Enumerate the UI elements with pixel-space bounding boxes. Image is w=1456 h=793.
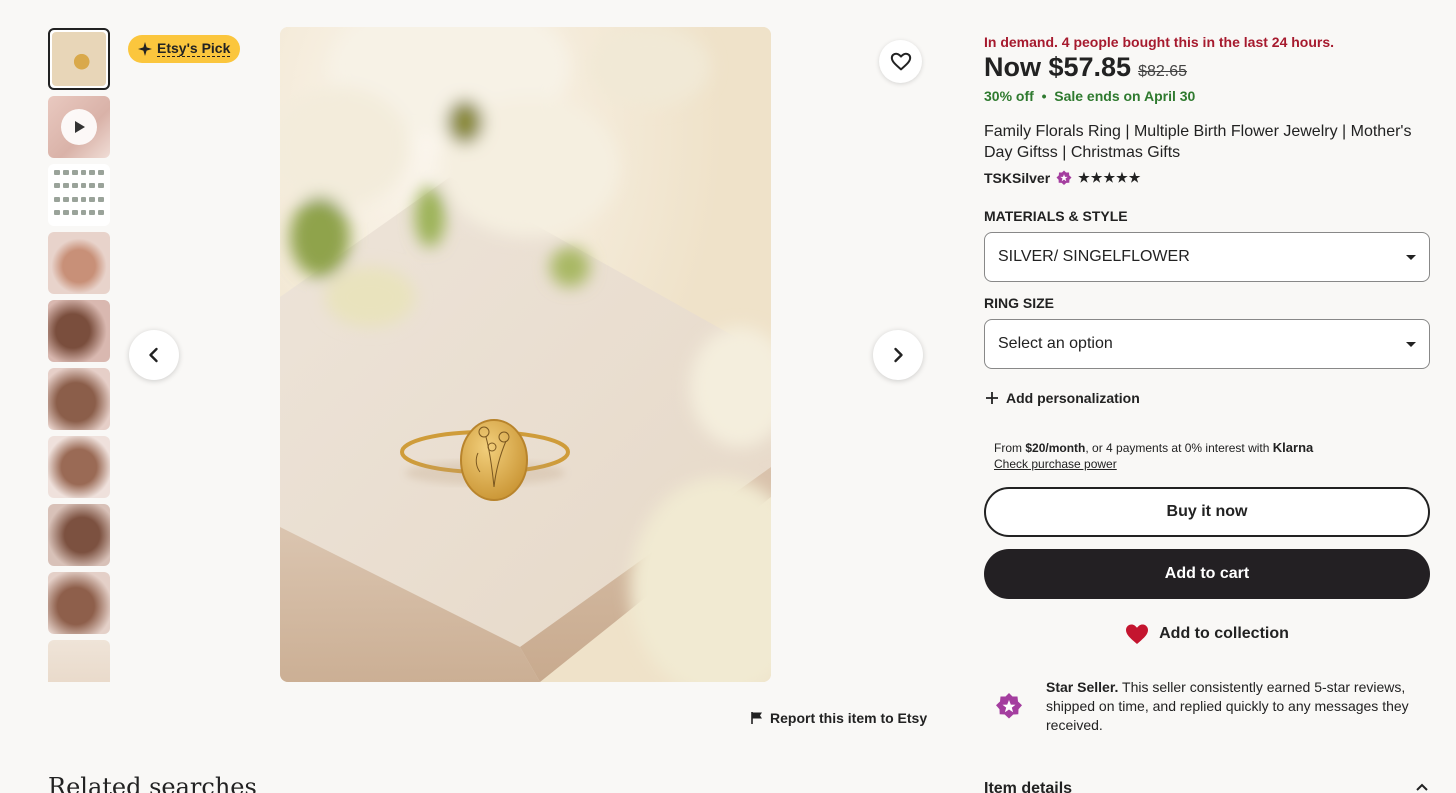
rating-stars[interactable]: ★★★★★: [1078, 170, 1141, 186]
previous-image-button[interactable]: [129, 330, 179, 380]
next-image-button[interactable]: [873, 330, 923, 380]
check-purchase-power-link[interactable]: Check purchase power: [994, 457, 1313, 471]
add-personalization-label: Add personalization: [1006, 390, 1140, 406]
star-seller-info: Star Seller. This seller consistently ea…: [994, 678, 1424, 735]
report-item-link[interactable]: Report this item to Etsy: [750, 710, 927, 726]
etsys-pick-badge[interactable]: Etsy's Pick: [128, 35, 241, 63]
heart-filled-icon: [1126, 624, 1149, 644]
main-product-image: [280, 27, 771, 682]
star-seller-icon: [996, 693, 1022, 719]
flag-icon: [751, 712, 762, 724]
ring-size-select-value: Select an option: [998, 335, 1113, 352]
favorite-button[interactable]: [879, 40, 922, 83]
materials-select[interactable]: SILVER/ SINGELFLOWER: [984, 232, 1430, 282]
demand-notice: In demand. 4 people bought this in the l…: [984, 34, 1335, 50]
shop-row: TSKSilver ★★★★★: [984, 170, 1141, 186]
star-seller-title: Star Seller.: [1046, 679, 1119, 695]
star-seller-text: Star Seller. This seller consistently ea…: [1046, 678, 1424, 735]
related-searches-heading: Related searches: [48, 773, 257, 793]
klarna-middle: , or 4 payments at 0% interest with: [1085, 441, 1273, 455]
add-to-cart-button[interactable]: Add to cart: [984, 549, 1430, 599]
thumbnail-6[interactable]: [48, 368, 110, 430]
thumbnail-10[interactable]: [48, 640, 110, 682]
item-details-label: Item details: [984, 780, 1073, 793]
chevron-up-icon: [1416, 783, 1428, 791]
caret-down-icon: [1406, 254, 1416, 260]
thumbnail-video[interactable]: [48, 96, 110, 158]
star-seller-badge-icon: [1056, 170, 1072, 185]
ring-size-select[interactable]: Select an option: [984, 319, 1430, 369]
materials-label: MATERIALS & STYLE: [984, 208, 1128, 224]
etsys-pick-label: Etsy's Pick: [157, 40, 231, 57]
thumbnail-4[interactable]: [48, 232, 110, 294]
thumbnail-7[interactable]: [48, 436, 110, 498]
thumbnail-5[interactable]: [48, 300, 110, 362]
chevron-right-icon: [894, 347, 903, 363]
listing-page: Etsy's Pick Report this item to Etsy Rel…: [0, 0, 1456, 793]
add-personalization-button[interactable]: Add personalization: [984, 390, 1140, 406]
plus-icon: [986, 392, 998, 404]
klarna-amount: $20/month: [1025, 441, 1086, 455]
original-price: $82.65: [1138, 63, 1188, 80]
thumbnail-3[interactable]: [48, 164, 110, 226]
klarna-info: From $20/month, or 4 payments at 0% inte…: [994, 440, 1313, 471]
shop-name-link[interactable]: TSKSilver: [984, 170, 1050, 186]
sale-info: 30% off • Sale ends on April 30: [984, 88, 1196, 104]
item-details-toggle[interactable]: Item details: [984, 780, 1430, 793]
add-to-collection-button[interactable]: Add to collection: [984, 623, 1430, 645]
play-icon: [61, 109, 97, 145]
caret-down-icon: [1406, 341, 1416, 347]
heart-outline-icon: [890, 52, 911, 70]
current-price: Now $57.85: [984, 52, 1132, 82]
materials-select-value: SILVER/ SINGELFLOWER: [998, 248, 1190, 265]
add-to-collection-label: Add to collection: [1159, 625, 1289, 642]
thumbnail-9[interactable]: [48, 572, 110, 634]
report-item-label: Report this item to Etsy: [770, 710, 928, 726]
thumbnail-1[interactable]: [48, 28, 110, 90]
thumbnail-8[interactable]: [48, 504, 110, 566]
thumbnail-strip: [48, 28, 110, 682]
price-row: Now $57.85 $82.65: [984, 52, 1187, 83]
chevron-left-icon: [149, 347, 158, 363]
ring-size-label: RING SIZE: [984, 295, 1055, 311]
buy-it-now-button[interactable]: Buy it now: [984, 487, 1430, 537]
product-title: Family Florals Ring | Multiple Birth Flo…: [984, 123, 1412, 161]
sparkle-icon: [138, 42, 152, 56]
klarna-prefix: From: [994, 441, 1026, 455]
klarna-logo: Klarna: [1272, 440, 1314, 455]
